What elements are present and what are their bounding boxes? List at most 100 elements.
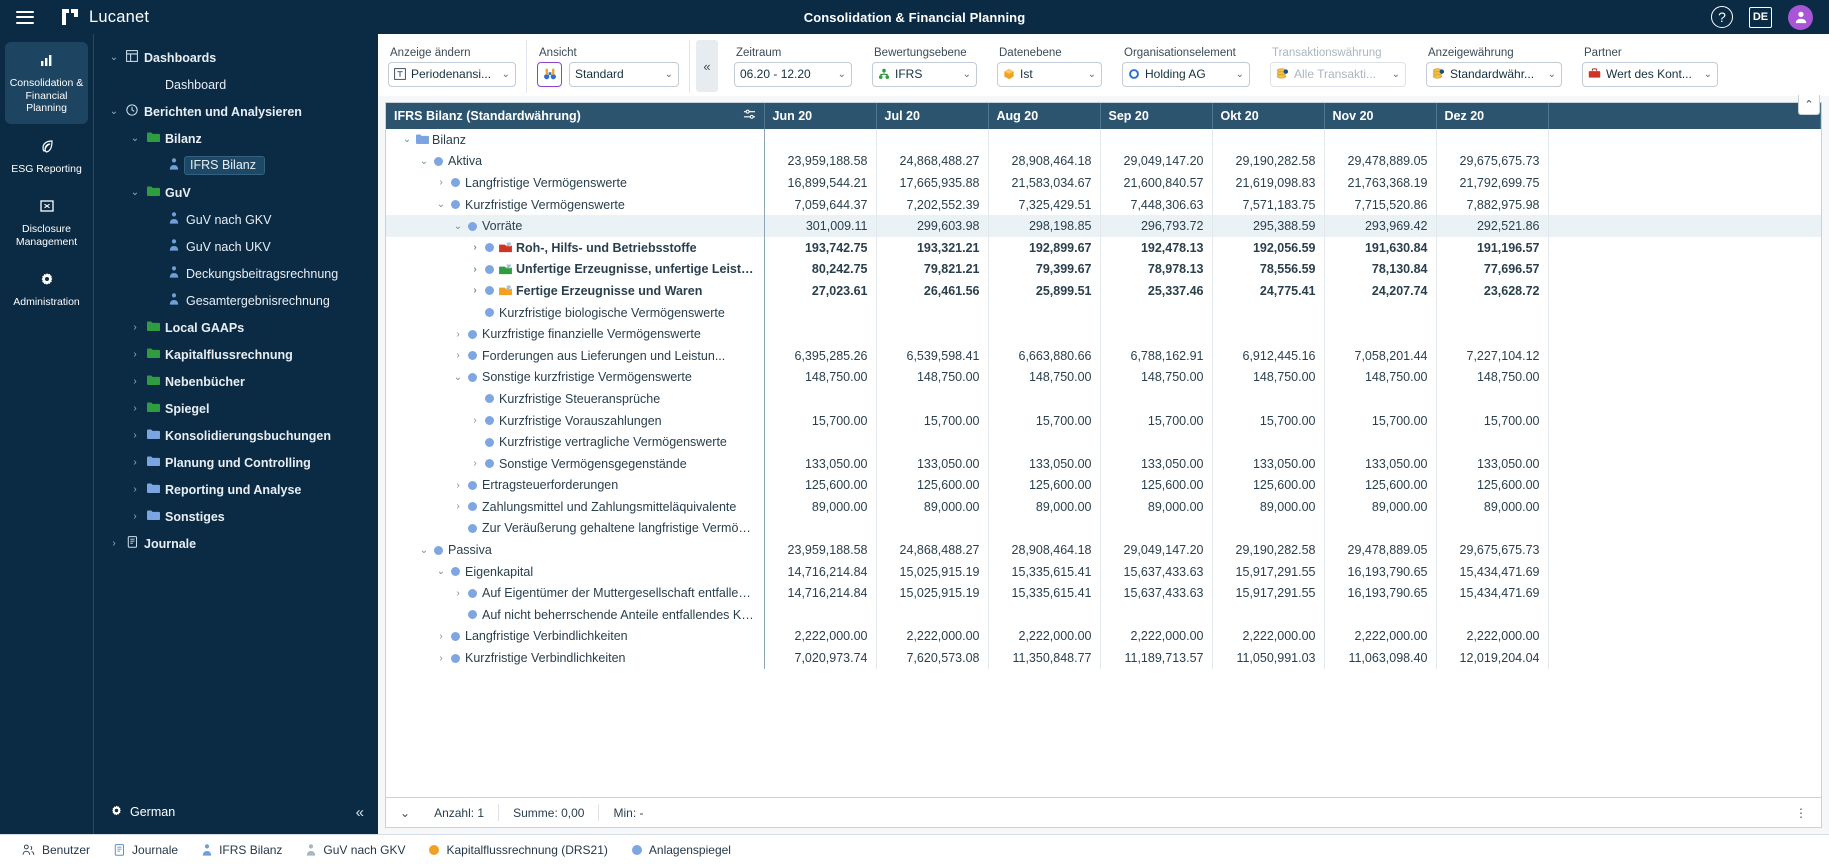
row-value-cell[interactable]: 301,009.11 xyxy=(764,215,877,237)
row-value-cell[interactable]: 16,193,790.65 xyxy=(1324,582,1437,605)
chevron-down-icon[interactable]: ⌄ xyxy=(1236,69,1244,80)
chevron-down-icon[interactable]: ⌄ xyxy=(417,156,431,167)
table-row[interactable]: › Fertige Erzeugnisse und Waren 27,023.61 2… xyxy=(386,280,1821,302)
row-value-cell[interactable]: 7,020,973.74 xyxy=(764,647,877,669)
row-value-cell[interactable] xyxy=(1436,301,1549,324)
chevron-down-icon[interactable]: ⌄ xyxy=(400,134,414,145)
row-value-cell[interactable] xyxy=(1212,388,1325,410)
row-value-cell[interactable] xyxy=(1212,604,1325,626)
chevron-down-icon[interactable]: ⌄ xyxy=(451,221,465,232)
row-value-cell[interactable]: 29,478,889.05 xyxy=(1324,150,1437,173)
row-value-cell[interactable]: 296,793.72 xyxy=(1100,215,1213,237)
row-value-cell[interactable] xyxy=(1324,129,1437,151)
row-value-cell[interactable] xyxy=(988,388,1101,410)
binoculars-icon[interactable] xyxy=(537,61,562,87)
taskbar-item-anlagenspiegel[interactable]: Anlagenspiegel xyxy=(620,835,743,864)
row-value-cell[interactable] xyxy=(1100,604,1213,626)
row-value-cell[interactable]: 89,000.00 xyxy=(1100,496,1213,518)
row-value-cell[interactable]: 23,959,188.58 xyxy=(764,539,877,561)
row-value-cell[interactable] xyxy=(1212,301,1325,324)
row-label-cell[interactable]: Zur Veräußerung gehaltene langfristige V… xyxy=(386,517,765,540)
row-value-cell[interactable]: 125,600.00 xyxy=(988,474,1101,497)
row-value-cell[interactable]: 7,448,306.63 xyxy=(1100,193,1213,216)
row-value-cell[interactable]: 21,763,368.19 xyxy=(1324,172,1437,194)
row-label-cell[interactable]: › Langfristige Vermögenswerte xyxy=(386,172,765,194)
chevron-down-icon[interactable]: ⌄ xyxy=(127,187,143,198)
row-value-cell[interactable]: 191,630.84 xyxy=(1324,236,1437,259)
row-value-cell[interactable]: 29,049,147.20 xyxy=(1100,539,1213,561)
chevron-right-icon[interactable]: › xyxy=(451,480,465,491)
row-value-cell[interactable]: 15,700.00 xyxy=(876,409,989,432)
table-row[interactable]: Zur Veräußerung gehaltene langfristige V… xyxy=(386,517,1821,540)
row-value-cell[interactable]: 7,227,104.12 xyxy=(1436,344,1549,367)
row-value-cell[interactable]: 298,198.85 xyxy=(988,215,1101,237)
nav-item-gesamtergebnisrechnung[interactable]: Gesamtergebnisrechnung xyxy=(94,287,378,314)
filter-select-datenebene[interactable]: Ist ⌄ xyxy=(997,61,1102,87)
chevron-right-icon[interactable]: › xyxy=(451,588,465,599)
chevron-right-icon[interactable]: › xyxy=(451,329,465,340)
row-value-cell[interactable]: 191,196.57 xyxy=(1436,236,1549,259)
table-row[interactable]: › Kurzfristige finanzielle Vermögenswerte xyxy=(386,323,1821,345)
row-label-cell[interactable]: › Zahlungsmittel und Zahlungsmitteläquiva… xyxy=(386,496,765,518)
row-value-cell[interactable] xyxy=(1436,517,1549,540)
row-value-cell[interactable]: 15,335,615.41 xyxy=(988,560,1101,583)
chevron-down-icon[interactable]: ⌄ xyxy=(417,545,431,556)
row-value-cell[interactable]: 21,583,034.67 xyxy=(988,172,1101,194)
row-value-cell[interactable]: 133,050.00 xyxy=(764,452,877,475)
row-label-cell[interactable]: ⌄ Sonstige kurzfristige Vermögenswerte xyxy=(386,366,765,389)
nav-item-berichten-und-analysieren[interactable]: ⌄ Berichten und Analysieren xyxy=(94,98,378,125)
nav-item-ifrs-bilanz[interactable]: IFRS Bilanz xyxy=(94,152,378,179)
nav-item-konsolidierungsbuchungen[interactable]: › Konsolidierungsbuchungen xyxy=(94,422,378,449)
row-value-cell[interactable]: 15,917,291.55 xyxy=(1212,582,1325,605)
row-value-cell[interactable]: 7,058,201.44 xyxy=(1324,344,1437,367)
row-value-cell[interactable]: 23,628.72 xyxy=(1436,280,1549,302)
nav-item-sonstiges[interactable]: › Sonstiges xyxy=(94,503,378,530)
row-value-cell[interactable]: 27,023.61 xyxy=(764,280,877,302)
row-value-cell[interactable]: 11,063,098.40 xyxy=(1324,647,1437,669)
grid-column-header[interactable]: Jul 20 xyxy=(876,103,989,129)
row-label-cell[interactable]: › Ertragsteuerforderungen xyxy=(386,474,765,497)
row-value-cell[interactable]: 15,700.00 xyxy=(988,409,1101,432)
chevron-down-icon[interactable]: ⌄ xyxy=(1704,69,1712,80)
chevron-down-icon[interactable]: ⌄ xyxy=(451,372,465,383)
row-value-cell[interactable] xyxy=(1324,517,1437,540)
row-value-cell[interactable]: 15,434,471.69 xyxy=(1436,560,1549,583)
row-value-cell[interactable]: 15,700.00 xyxy=(1436,409,1549,432)
row-value-cell[interactable]: 125,600.00 xyxy=(1436,474,1549,497)
filter-select-ansicht[interactable]: Standard ⌄ xyxy=(569,61,679,87)
row-value-cell[interactable]: 6,663,880.66 xyxy=(988,344,1101,367)
nav-item-deckungsbeitragsrechnung[interactable]: Deckungsbeitragsrechnung xyxy=(94,260,378,287)
table-row[interactable]: › Unfertige Erzeugnisse, unfertige Leistu… xyxy=(386,258,1821,281)
filter-select-transaktionsw-hrung[interactable]: Alle Transakti... ⌄ xyxy=(1270,61,1406,87)
row-label-cell[interactable]: ⌄ Kurzfristige Vermögenswerte xyxy=(386,193,765,216)
table-row[interactable]: ⌄ Eigenkapital 14,716,214.84 15,025,915.19 1… xyxy=(386,560,1821,583)
row-value-cell[interactable]: 148,750.00 xyxy=(1100,366,1213,389)
row-value-cell[interactable] xyxy=(988,431,1101,453)
row-label-cell[interactable]: › Forderungen aus Lieferungen und Leistun… xyxy=(386,344,765,367)
nav-item-guv[interactable]: ⌄ GuV xyxy=(94,179,378,206)
chevron-down-icon[interactable]: ⌄ xyxy=(434,199,448,210)
row-value-cell[interactable] xyxy=(988,604,1101,626)
table-row[interactable]: Kurzfristige biologische Vermögenswerte xyxy=(386,301,1821,324)
row-value-cell[interactable]: 293,969.42 xyxy=(1324,215,1437,237)
chevron-right-icon[interactable]: › xyxy=(468,415,482,426)
row-value-cell[interactable] xyxy=(876,517,989,540)
taskbar-item-journale[interactable]: Journale xyxy=(102,835,190,864)
row-value-cell[interactable]: 299,603.98 xyxy=(876,215,989,237)
row-label-cell[interactable]: ⌄ Eigenkapital xyxy=(386,560,765,583)
row-value-cell[interactable]: 29,190,282.58 xyxy=(1212,150,1325,173)
chevron-down-icon[interactable]: ⌄ xyxy=(502,69,510,80)
row-value-cell[interactable]: 148,750.00 xyxy=(988,366,1101,389)
row-value-cell[interactable]: 21,619,098.83 xyxy=(1212,172,1325,194)
row-value-cell[interactable]: 15,917,291.55 xyxy=(1212,560,1325,583)
chevron-right-icon[interactable]: › xyxy=(434,653,448,664)
row-value-cell[interactable]: 24,868,488.27 xyxy=(876,539,989,561)
chevron-right-icon[interactable]: › xyxy=(434,177,448,188)
chevron-right-icon[interactable]: › xyxy=(451,501,465,512)
row-value-cell[interactable]: 6,788,162.91 xyxy=(1100,344,1213,367)
row-value-cell[interactable]: 6,539,598.41 xyxy=(876,344,989,367)
row-value-cell[interactable]: 26,461.56 xyxy=(876,280,989,302)
row-value-cell[interactable]: 192,056.59 xyxy=(1212,236,1325,259)
row-value-cell[interactable]: 15,700.00 xyxy=(764,409,877,432)
table-row[interactable]: › Langfristige Vermögenswerte 16,899,544.2… xyxy=(386,172,1821,194)
